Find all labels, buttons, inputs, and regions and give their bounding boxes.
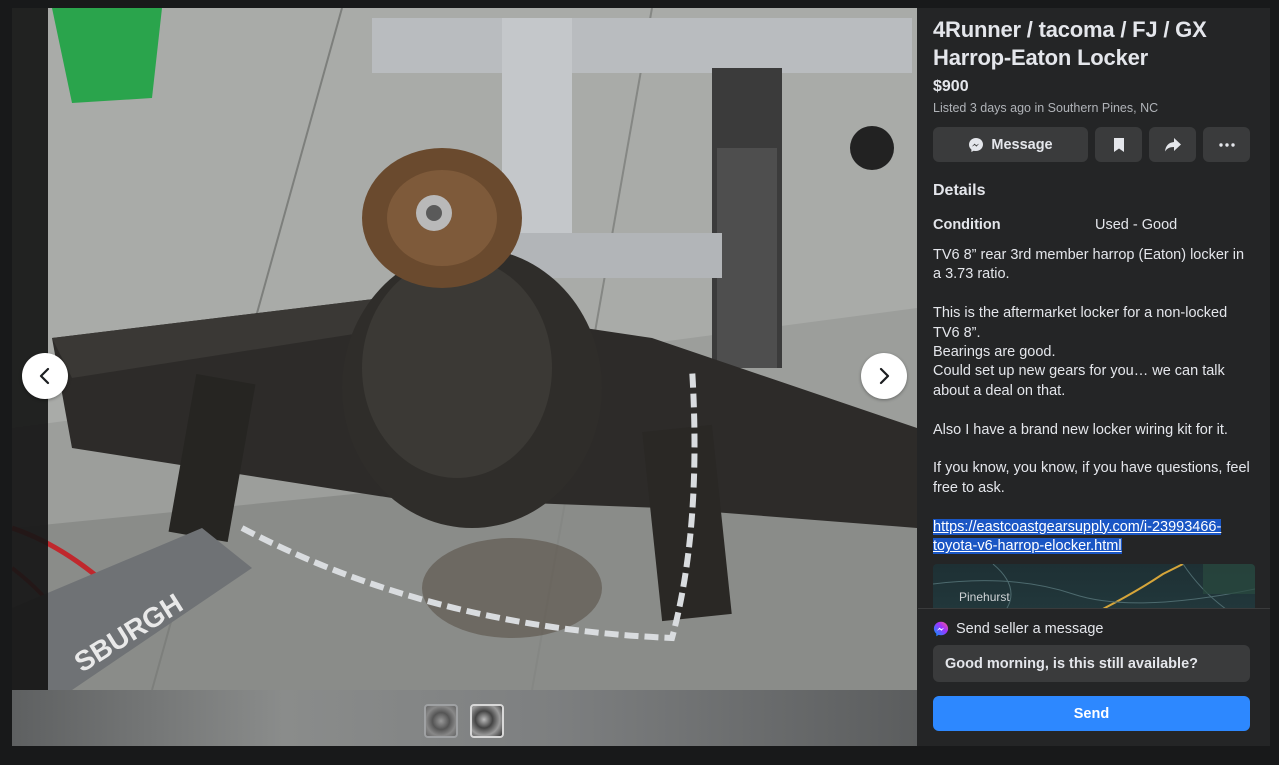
chevron-left-icon: [39, 367, 50, 385]
title-line-2: Harrop-Eaton Locker: [933, 45, 1149, 70]
listing-title: 4Runner / tacoma / FJ / GX Harrop-Eaton …: [933, 16, 1255, 72]
message-button-label: Message: [991, 136, 1053, 153]
listing-price: $900: [933, 78, 969, 95]
share-icon: [1164, 137, 1181, 151]
messenger-icon: [969, 137, 984, 152]
bookmark-icon: [1113, 137, 1124, 152]
photo-left-edge: [12, 8, 48, 690]
details-scroll-area[interactable]: 4Runner / tacoma / FJ / GX Harrop-Eaton …: [918, 8, 1270, 608]
description-paragraph-1: TV6 8” rear 3rd member harrop (Eaton) lo…: [933, 247, 1245, 283]
more-icon: [1218, 142, 1235, 147]
map-place-label: Pinehurst: [959, 590, 1010, 605]
details-heading: Details: [933, 182, 986, 199]
condition-label: Condition: [933, 217, 1001, 233]
location-map[interactable]: Pinehurst: [933, 564, 1255, 608]
send-message-heading-text: Send seller a message: [956, 621, 1104, 637]
photo-illustration: SBURGH: [12, 8, 917, 690]
send-button[interactable]: Send: [933, 696, 1250, 731]
condition-row: Condition Used - Good: [933, 217, 1255, 233]
media-viewer: SBURGH: [12, 8, 917, 746]
more-options-button[interactable]: [1203, 127, 1250, 162]
thumbnail-strip: [12, 690, 917, 746]
description-link[interactable]: https://eastcoastgearsupply.com/i-239934…: [933, 518, 1222, 555]
message-input[interactable]: Good morning, is this still available?: [933, 645, 1250, 682]
chevron-right-icon: [879, 367, 890, 385]
listing-photo[interactable]: SBURGH: [12, 8, 917, 690]
next-photo-button[interactable]: [861, 353, 907, 399]
listing-meta: Listed 3 days ago in Southern Pines, NC: [933, 101, 1159, 115]
description-paragraph-2c: Could set up new gears for you… we can t…: [933, 363, 1225, 399]
description-paragraph-2a: This is the aftermarket locker for a non…: [933, 305, 1228, 341]
description-paragraph-3: Also I have a brand new locker wiring ki…: [933, 421, 1228, 438]
description-paragraph-4: If you know, you know, if you have quest…: [933, 460, 1250, 496]
title-line-1: 4Runner / tacoma / FJ / GX: [933, 17, 1207, 42]
listing-modal: SBURGH 4Runner / tacoma / FJ / GX Harrop…: [12, 8, 1270, 746]
previous-photo-button[interactable]: [22, 353, 68, 399]
send-message-heading: Send seller a message: [933, 621, 1250, 637]
send-message-section: Send seller a message Good morning, is t…: [933, 621, 1250, 731]
action-row: Message: [933, 127, 1255, 162]
share-button[interactable]: [1149, 127, 1196, 162]
message-button[interactable]: Message: [933, 127, 1088, 162]
thumbnail-1[interactable]: [424, 704, 458, 738]
listing-description: TV6 8” rear 3rd member harrop (Eaton) lo…: [933, 246, 1255, 556]
description-paragraph-2b: Bearings are good.: [933, 344, 1056, 361]
messenger-icon: [933, 621, 949, 637]
condition-value: Used - Good: [1095, 217, 1178, 233]
listing-details-panel: 4Runner / tacoma / FJ / GX Harrop-Eaton …: [918, 8, 1270, 746]
panel-divider: [918, 608, 1270, 609]
thumbnail-2[interactable]: [470, 704, 504, 738]
save-button[interactable]: [1095, 127, 1142, 162]
